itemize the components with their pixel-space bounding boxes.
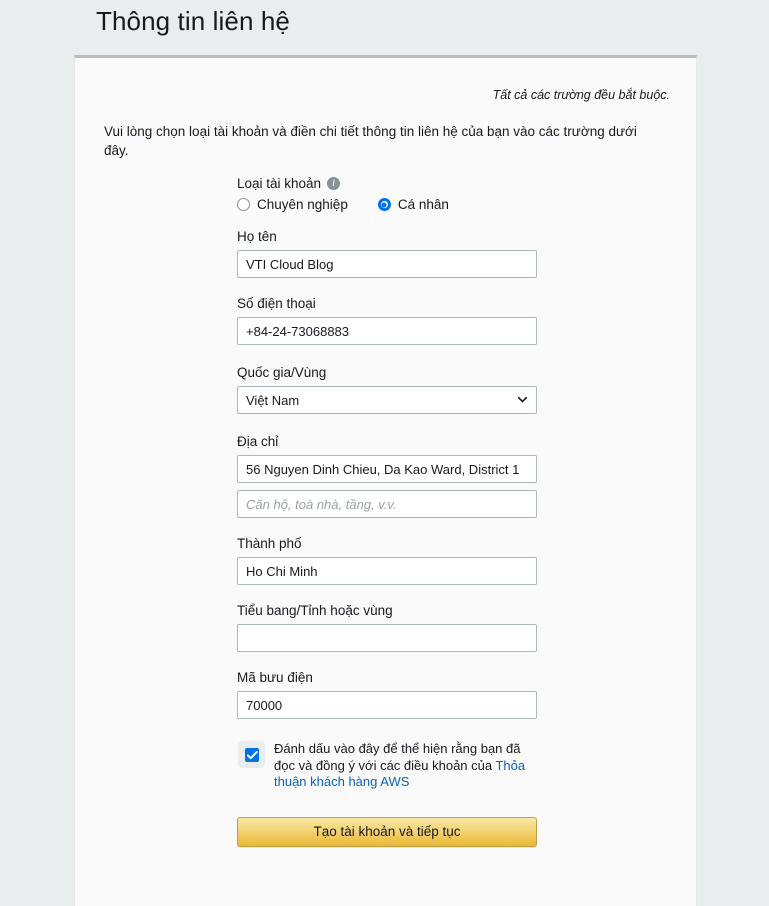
full-name-input[interactable] bbox=[237, 250, 537, 278]
radio-option-personal[interactable]: Cá nhân bbox=[377, 197, 449, 212]
contact-info-card: Tất cả các trường đều bắt buộc. Vui lòng… bbox=[74, 55, 697, 906]
agreement-row: Đánh dấu vào đây để thể hiện rằng bạn đã… bbox=[238, 741, 539, 791]
agreement-checkbox[interactable] bbox=[238, 741, 265, 768]
state-input[interactable] bbox=[237, 624, 537, 652]
postal-code-input[interactable] bbox=[237, 691, 537, 719]
state-label: Tiểu bang/Tỉnh hoặc vùng bbox=[237, 603, 393, 618]
radio-personal-label: Cá nhân bbox=[397, 197, 449, 212]
info-icon[interactable]: i bbox=[327, 177, 341, 190]
address-line2-input[interactable] bbox=[237, 490, 537, 518]
account-type-label: Loại tài khoản i bbox=[237, 176, 539, 191]
checkmark-icon bbox=[246, 750, 258, 759]
postal-code-label: Mã bưu điện bbox=[237, 670, 313, 685]
radio-professional-label: Chuyên nghiệp bbox=[257, 197, 348, 212]
account-type-radio-group: Chuyên nghiệp Cá nhân bbox=[237, 197, 539, 212]
agreement-text-body: Đánh dấu vào đây để thể hiện rằng bạn đã… bbox=[274, 741, 521, 773]
required-fields-note: Tất cả các trường đều bắt buộc. bbox=[492, 88, 670, 102]
create-account-button[interactable]: Tạo tài khoản và tiếp tục bbox=[237, 816, 537, 847]
radio-professional-indicator[interactable] bbox=[237, 198, 250, 211]
country-select-wrap: Việt Nam bbox=[237, 386, 537, 414]
account-type-label-text: Loại tài khoản bbox=[237, 176, 322, 191]
city-input[interactable] bbox=[237, 557, 537, 585]
phone-input[interactable] bbox=[237, 317, 537, 345]
radio-option-professional[interactable]: Chuyên nghiệp bbox=[237, 197, 348, 212]
page-root: Thông tin liên hệ Tất cả các trường đều … bbox=[0, 0, 769, 906]
intro-text: Vui lòng chọn loại tài khoản và điền chi… bbox=[104, 124, 637, 158]
city-label: Thành phố bbox=[237, 536, 302, 551]
page-title: Thông tin liên hệ bbox=[96, 6, 290, 36]
address-label: Địa chỉ bbox=[237, 434, 279, 449]
agreement-text: Đánh dấu vào đây để thể hiện rằng bạn đã… bbox=[274, 741, 536, 791]
country-select[interactable]: Việt Nam bbox=[237, 386, 537, 414]
address-line1-input[interactable] bbox=[237, 455, 537, 483]
full-name-label: Họ tên bbox=[237, 229, 277, 244]
phone-label: Số điện thoại bbox=[237, 296, 316, 311]
radio-personal-indicator[interactable] bbox=[377, 198, 391, 211]
country-label: Quốc gia/Vùng bbox=[237, 365, 327, 380]
agreement-checkbox-box bbox=[244, 747, 259, 762]
contact-form: Loại tài khoản i Chuyên nghiệp Cá nhân H… bbox=[237, 176, 539, 847]
